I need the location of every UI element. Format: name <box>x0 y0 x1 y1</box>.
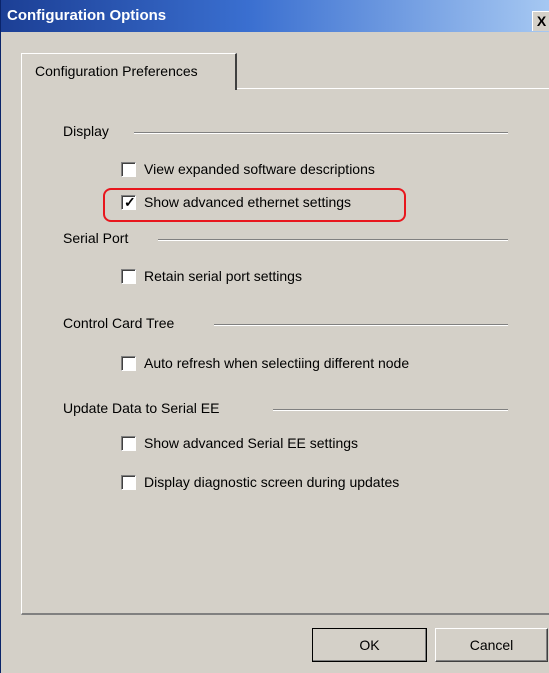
checkbox-box[interactable]: ✓ <box>121 194 136 210</box>
cancel-button[interactable]: Cancel <box>435 628 548 662</box>
group-label-serial-port: Serial Port <box>63 230 129 246</box>
ok-button[interactable]: OK <box>312 628 427 662</box>
close-button[interactable]: X <box>532 11 549 31</box>
group-divider <box>134 132 508 134</box>
group-label-update-serial-ee: Update Data to Serial EE <box>63 400 220 416</box>
group-label-display: Display <box>63 123 109 139</box>
checkbox-label: Auto refresh when selectiing different n… <box>144 355 410 371</box>
checkbox-box[interactable] <box>121 436 136 451</box>
group-divider <box>214 324 508 326</box>
checkbox-box[interactable] <box>121 356 136 371</box>
checkbox-box[interactable] <box>121 162 136 177</box>
title-bar[interactable]: Configuration Options <box>1 0 549 32</box>
checkbox-box[interactable] <box>121 269 136 284</box>
window-title: Configuration Options <box>7 7 167 24</box>
checkbox-label: Retain serial port settings <box>144 268 302 284</box>
checkbox-label: Show advanced Serial EE settings <box>144 435 359 451</box>
group-divider <box>273 409 508 411</box>
checkbox-label: Display diagnostic screen during updates <box>144 474 400 490</box>
close-icon: X <box>536 13 547 29</box>
group-divider <box>158 239 508 241</box>
checkbox-box[interactable] <box>121 475 136 490</box>
configuration-options-dialog: Configuration Options X Configuration Pr… <box>0 0 549 673</box>
checkmark-icon: ✓ <box>124 194 136 210</box>
tab-configuration-preferences[interactable]: Configuration Preferences <box>21 53 237 90</box>
group-label-control-card-tree: Control Card Tree <box>63 315 175 331</box>
checkbox-label: Show advanced ethernet settings <box>144 194 352 210</box>
tab-label: Configuration Preferences <box>35 63 198 79</box>
checkbox-label: View expanded software descriptions <box>144 161 375 177</box>
